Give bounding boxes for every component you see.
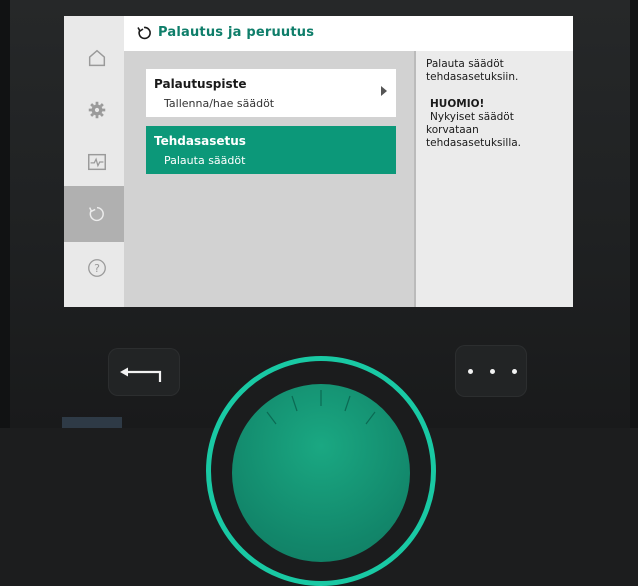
- menu-item-label: Tehdasasetus: [154, 134, 246, 148]
- chevron-right-icon: [381, 86, 387, 96]
- sidebar-item-home[interactable]: [64, 30, 130, 86]
- pulse-monitor-icon: [88, 153, 106, 171]
- device-left-edge: [0, 0, 10, 428]
- help-icon: ?: [88, 259, 106, 277]
- warning-text-line: Nykyiset säädöt: [430, 111, 514, 123]
- device-right-edge: [630, 0, 638, 428]
- dot-icon: [468, 369, 473, 374]
- menu-item-sublabel: Palauta säädöt: [164, 154, 246, 167]
- sidebar: ?: [64, 16, 130, 307]
- menu-item-label: Palautuspiste: [154, 77, 247, 91]
- info-text-line: tehdasasetuksiin.: [426, 71, 519, 83]
- dot-icon: [490, 369, 495, 374]
- info-text-line: Palauta säädöt: [426, 58, 504, 70]
- knob-ridges: [266, 390, 376, 425]
- sidebar-item-settings[interactable]: [64, 82, 130, 138]
- warning-text-line: tehdasasetuksilla.: [426, 137, 522, 149]
- home-icon: [88, 49, 106, 67]
- sidebar-item-help[interactable]: ?: [64, 240, 130, 296]
- pump-control-device: ? Palautus ja peruutus Palautuspiste Tal…: [0, 0, 638, 586]
- menu-item-restore-point[interactable]: Palautuspiste Tallenna/hae säädöt: [146, 69, 396, 117]
- gear-icon: [88, 101, 106, 119]
- menu-list: Palautuspiste Tallenna/hae säädöt Tehdas…: [124, 51, 414, 307]
- back-arrow-icon: [120, 367, 162, 382]
- control-knob[interactable]: [232, 384, 410, 562]
- sidebar-item-restore[interactable]: [64, 186, 130, 242]
- page-title: Palautus ja peruutus: [158, 25, 315, 40]
- dot-icon: [512, 369, 517, 374]
- warning-title: HUOMIO!: [430, 98, 485, 110]
- info-panel: Palauta säädöt tehdasasetuksiin. HUOMIO!…: [414, 51, 573, 307]
- menu-item-factory-settings[interactable]: Tehdasasetus Palauta säädöt: [146, 126, 396, 174]
- svg-text:?: ?: [94, 262, 100, 275]
- restore-icon: [89, 206, 104, 222]
- bottom-panel-tile: [62, 417, 122, 428]
- restore-icon: [137, 26, 151, 40]
- back-button[interactable]: [108, 348, 180, 396]
- sidebar-item-monitor[interactable]: [64, 134, 130, 190]
- menu-item-sublabel: Tallenna/hae säädöt: [164, 97, 275, 110]
- context-menu-button[interactable]: [455, 345, 527, 397]
- warning-text-line: korvataan: [426, 124, 479, 136]
- title-bar: Palautus ja peruutus: [124, 16, 573, 52]
- display-screen: ? Palautus ja peruutus Palautuspiste Tal…: [64, 16, 573, 307]
